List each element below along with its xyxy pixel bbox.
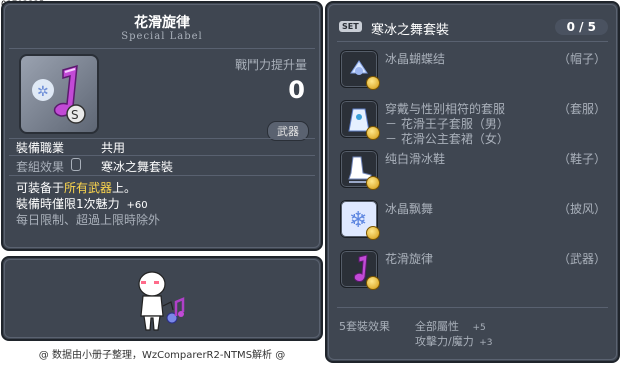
svg-text:S: S [71,108,79,122]
set-item-name: 冰晶蝴蝶结 [385,52,446,66]
set-item-outfit[interactable]: 穿戴与性别相符的套服 （套服） － 花滑王子套服（男） － 花滑公主套裙（女） [337,97,612,146]
effect-name: 攻擊力/魔力 [415,335,474,348]
svg-text:❄: ❄ [349,208,367,233]
set-item-slot: （披风） [557,202,606,216]
svg-text:✲: ✲ [37,84,49,100]
info-icon [71,158,81,171]
bonus-line: 裝備時僅限1次魅力 +60 [16,195,148,212]
set-badge: SET [339,21,362,32]
set-label: 套組效果 [16,160,65,174]
effect-name: 全部屬性 [415,320,459,333]
set-title: 寒冰之舞套裝 [371,23,450,38]
set-item-weapon[interactable]: 花滑旋律 （武器） [337,247,612,291]
snowflake-cape-icon: ❄ [340,200,380,240]
set-item-ice-bow[interactable]: 冰晶蝴蝶结 （帽子） [337,47,612,91]
desc-highlight: 所有武器 [64,181,113,195]
ice-bow-icon [340,50,380,90]
set-item-slot: （帽子） [557,52,606,66]
set-count: 0 / 5 [554,19,608,35]
footer-credit: @ 数据由小册子整理，WzComparerR2-NTMS解析 @ [38,350,286,361]
set-item-subline: － 花滑公主套裙（女） [385,132,509,146]
desc-suffix: 上。 [112,181,137,195]
set-item-cape[interactable]: ❄ 冰晶飘舞 （披风） [337,197,612,241]
item-subtitle: Special Label [121,31,203,42]
effect-value: +3 [479,338,493,348]
set-value: 寒冰之舞套裝 [101,160,174,174]
set-item-slot: （套服） [557,102,606,116]
set-item-slot: （武器） [557,252,606,266]
power-value: 0 [288,76,305,104]
set-effect-row: 攻擊力/魔力 +3 [415,333,493,349]
item-tooltip-panel: 花滑旋律 Special Label ✲ S 戰鬥力提升量 0 武器 裝備職業 … [1,1,323,251]
avatar-preview-panel [1,256,323,341]
set-item-name: 冰晶飘舞 [385,202,434,216]
skate-icon [340,150,380,190]
set-item-name: 纯白滑冰鞋 [385,152,446,166]
job-label: 裝備職業 [16,141,65,155]
item-icon-frame: ✲ S [19,54,99,134]
bonus-label: 裝備時僅限1次魅力 [16,197,120,211]
desc-prefix: 可装备于 [16,181,65,195]
item-name: 花滑旋律 [134,15,190,31]
avatar [138,271,185,331]
bonus-value: +60 [126,200,148,211]
music-note-icon: ✲ S [32,64,86,124]
set-item-name: 花滑旋律 [385,252,434,266]
job-value: 共用 [101,141,126,155]
set-effect-label: 5套裝效果 [339,320,390,333]
equip-description: 可装备于所有武器上。 [16,179,136,196]
outfit-icon [340,100,380,140]
set-item-slot: （鞋子） [557,152,606,166]
set-item-skates[interactable]: 纯白滑冰鞋 （鞋子） [337,147,612,191]
set-panel: SET 寒冰之舞套裝 0 / 5 冰晶蝴蝶结 （帽子） 穿戴与性别相符的套服 （… [325,1,620,363]
power-label: 戰鬥力提升量 [234,58,307,72]
limit-text: 每日限制、超過上限時除外 [16,213,161,227]
set-effect-row: 全部屬性 +5 [415,318,486,334]
music-note-icon [340,250,380,290]
effect-value: +5 [472,323,486,333]
